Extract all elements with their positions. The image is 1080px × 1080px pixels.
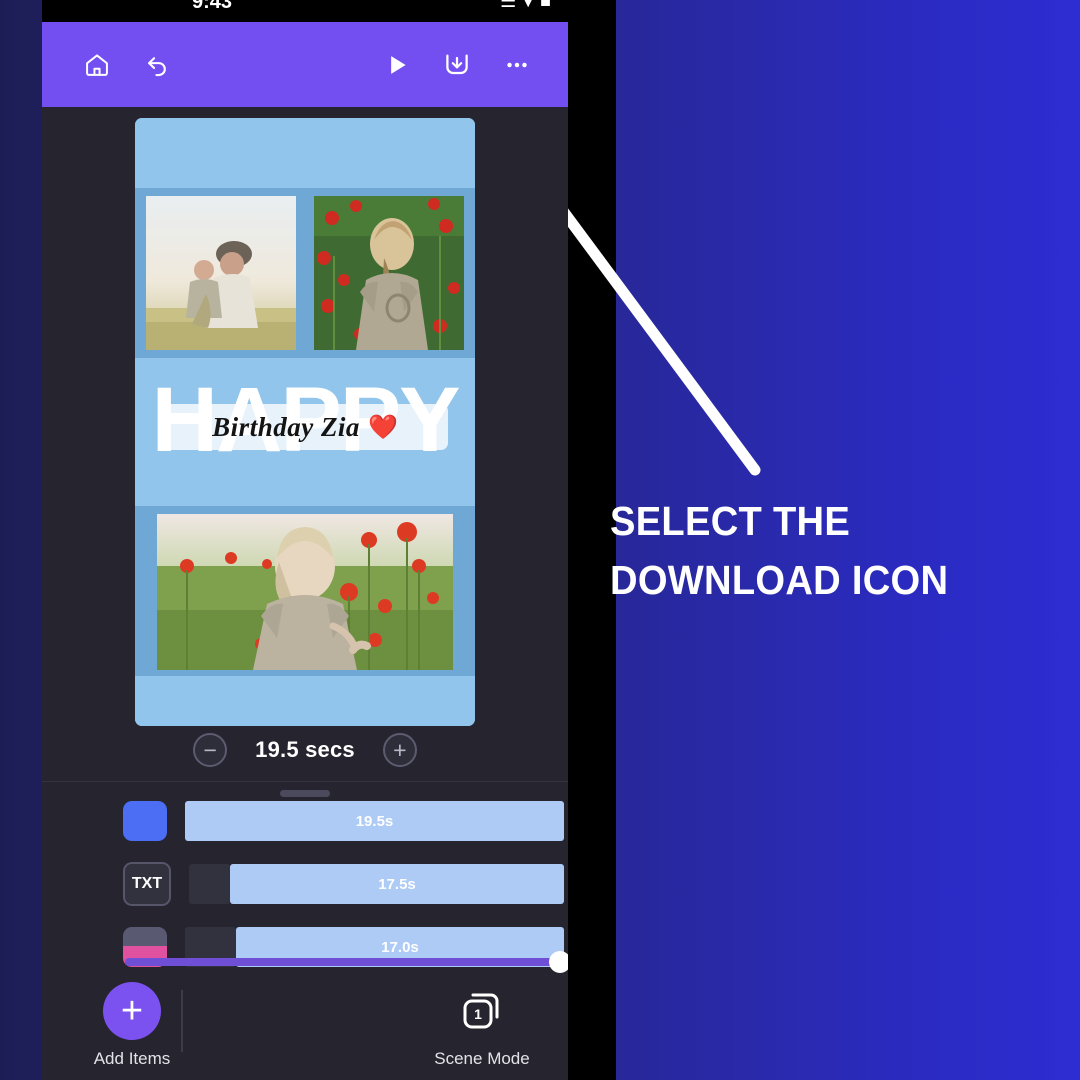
- photo-2-artwork: [314, 196, 464, 350]
- home-button[interactable]: [74, 42, 120, 88]
- timeline-clip[interactable]: 17.5s: [230, 864, 564, 904]
- toolbar-left-group: [74, 42, 180, 88]
- canvas-photo-2: [314, 196, 464, 350]
- scene-count: 1: [474, 1006, 482, 1022]
- timeline-drag-handle[interactable]: [280, 790, 330, 797]
- timeline-scrollbar-knob[interactable]: [549, 951, 568, 973]
- decrease-duration-button[interactable]: −: [193, 733, 228, 767]
- timeline-panel: 19.5s TXT 17.5s 17.0s: [42, 781, 568, 975]
- photo-3-artwork: [157, 514, 453, 670]
- undo-icon: [148, 56, 166, 76]
- photo-1-artwork: [146, 196, 296, 350]
- timeline-scrollbar[interactable]: [125, 951, 568, 973]
- timeline-track[interactable]: 19.5s: [42, 799, 568, 843]
- undo-button[interactable]: [134, 42, 180, 88]
- play-icon: [391, 55, 406, 74]
- scene-mode-button[interactable]: 1 Scene Mode: [412, 982, 552, 1069]
- status-bar-time: 9:43: [192, 0, 233, 13]
- status-bar-indicators: ☰▼■: [500, 0, 554, 11]
- bottom-bar-divider: [181, 990, 183, 1052]
- duration-control: − 19.5 secs +: [42, 727, 568, 773]
- callout-line-2: DOWNLOAD ICON: [610, 557, 949, 604]
- editor-toolbar: [42, 22, 568, 107]
- phone-screenshot: 9:43 ☰▼■ Birthday Zia ❤️ − 19.5 secs + 1…: [42, 0, 568, 1080]
- more-horizontal-icon: [507, 62, 527, 67]
- canvas-photo-3: [157, 514, 453, 670]
- status-bar: 9:43 ☰▼■: [42, 0, 568, 22]
- scene-layers-icon: 1: [412, 982, 552, 1040]
- slide-canvas[interactable]: HAPPY Birthday Zia ❤️: [135, 118, 475, 726]
- toolbar-right-group: [374, 42, 540, 88]
- plus-icon: +: [103, 982, 161, 1040]
- more-options-button[interactable]: [494, 42, 540, 88]
- canvas-script-text: Birthday Zia: [212, 411, 360, 442]
- timeline-clip[interactable]: 19.5s: [185, 801, 564, 841]
- track-thumbnail-color[interactable]: [123, 801, 167, 841]
- canvas-bottom-band: [135, 676, 475, 726]
- bottom-toolbar: + Add Items 1 Scene Mode: [42, 974, 568, 1080]
- canvas-top-band: [135, 118, 475, 188]
- track-thumbnail-text[interactable]: TXT: [123, 862, 171, 906]
- heart-icon: ❤️: [367, 413, 398, 441]
- track-lane[interactable]: 17.5s: [189, 864, 564, 904]
- download-icon: [446, 54, 468, 74]
- track-lane[interactable]: 19.5s: [185, 801, 564, 841]
- timeline-track[interactable]: TXT 17.5s: [42, 862, 568, 906]
- canvas-script-box: Birthday Zia ❤️: [162, 404, 448, 450]
- track-gap: [189, 864, 230, 904]
- add-items-button[interactable]: + Add Items: [64, 982, 200, 1069]
- canvas-text-block[interactable]: HAPPY Birthday Zia ❤️: [135, 358, 475, 506]
- duration-value: 19.5 secs: [255, 737, 355, 762]
- increase-duration-button[interactable]: +: [382, 733, 417, 767]
- play-button[interactable]: [374, 42, 420, 88]
- callout-text: SELECT THE DOWNLOAD ICON: [610, 492, 1010, 611]
- canvas-photo-row-top: [135, 188, 475, 358]
- canvas-photo-row-bottom: [135, 506, 475, 676]
- editor-canvas-area: HAPPY Birthday Zia ❤️: [42, 107, 568, 781]
- scene-mode-label: Scene Mode: [434, 1049, 530, 1068]
- canvas-photo-1: [146, 196, 296, 350]
- callout-line-1: SELECT THE: [610, 498, 851, 544]
- home-icon: [86, 53, 108, 76]
- add-items-label: Add Items: [93, 1049, 171, 1068]
- download-button[interactable]: [434, 42, 480, 88]
